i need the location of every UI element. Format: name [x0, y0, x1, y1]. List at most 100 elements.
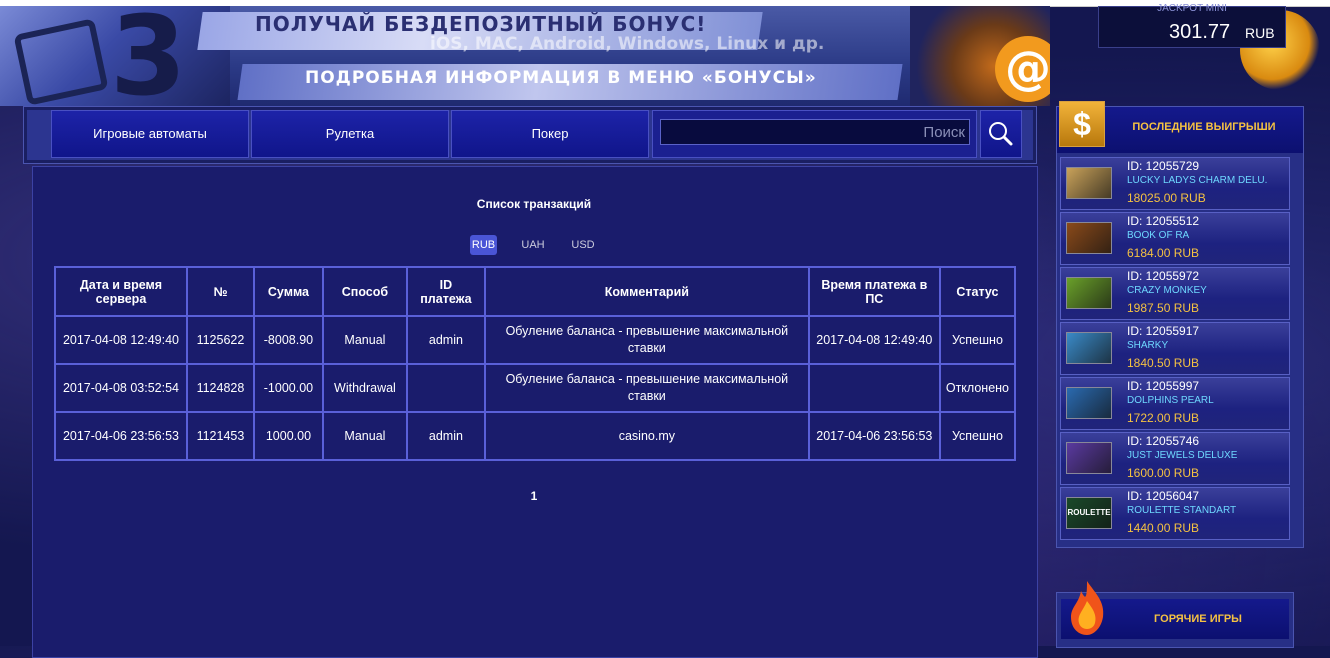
cell-ps-time: 2017-04-06 23:56:53 — [807, 411, 941, 461]
cell-amount: -1000.00 — [252, 363, 324, 413]
cell-datetime: 2017-04-06 23:56:53 — [54, 411, 188, 461]
hot-games-panel: ГОРЯЧИЕ ИГРЫ — [1056, 581, 1294, 648]
banner-info: ПОДРОБНАЯ ИНФОРМАЦИЯ В МЕНЮ «БОНУСЫ» — [305, 68, 817, 88]
win-amount: 1440.00 RUB — [1127, 521, 1200, 535]
cell-payment-id: admin — [405, 411, 486, 461]
win-amount: 6184.00 RUB — [1127, 246, 1200, 260]
last-win-item[interactable]: ID: 12055746 JUST JEWELS DELUXE 1600.00 RU… — [1060, 432, 1290, 485]
banner-platforms: iOS, MAC, Android, Windows, Linux и др. — [430, 34, 825, 54]
banner-headline: ПОЛУЧАЙ БЕЗДЕПОЗИТНЫЙ БОНУС! — [255, 12, 707, 36]
pagination-page-1[interactable]: 1 — [33, 489, 1035, 503]
cell-datetime: 2017-04-08 12:49:40 — [54, 315, 188, 365]
last-win-item[interactable]: ROULETTE ID: 12056047 ROULETTE STANDART 144… — [1060, 487, 1290, 540]
devices-art — [0, 6, 230, 106]
col-status: Статус — [938, 266, 1017, 317]
col-server-datetime: Дата и время сервера — [54, 266, 188, 317]
hot-games-title: ГОРЯЧИЕ ИГРЫ — [1154, 613, 1242, 625]
search-box — [652, 110, 977, 158]
win-id: ID: 12055729 — [1127, 159, 1200, 173]
win-amount: 1722.00 RUB — [1127, 411, 1200, 425]
promo-banner[interactable]: ПОЛУЧАЙ БЕЗДЕПОЗИТНЫЙ БОНУС! iOS, MAC, A… — [0, 6, 1050, 106]
win-game-name[interactable]: DOLPHINS PEARL — [1127, 395, 1214, 406]
nav-roulette[interactable]: Рулетка — [251, 110, 449, 158]
main-nav: Игровые автоматы Рулетка Покер — [23, 106, 1037, 164]
cell-amount: 1000.00 — [252, 411, 324, 461]
table-header-row: Дата и время сервера № Сумма Способ ID п… — [54, 266, 1017, 317]
cell-ps-time — [807, 363, 941, 413]
cell-status: Успешно — [938, 315, 1017, 365]
col-number: № — [185, 266, 255, 317]
game-thumbnail[interactable] — [1066, 387, 1112, 419]
fire-icon — [1071, 581, 1104, 635]
win-id: ID: 12055972 — [1127, 269, 1200, 283]
win-amount: 1600.00 RUB — [1127, 466, 1200, 480]
win-game-name[interactable]: JUST JEWELS DELUXE — [1127, 450, 1237, 461]
nav-poker[interactable]: Покер — [451, 110, 649, 158]
win-game-name[interactable]: ROULETTE STANDART — [1127, 505, 1236, 516]
cell-number: 1121453 — [185, 411, 255, 461]
last-win-item[interactable]: ID: 12055972 CRAZY MONKEY 1987.50 RUB — [1060, 267, 1290, 320]
cell-number: 1125622 — [185, 315, 255, 365]
last-wins-title: ПОСЛЕДНИЕ ВЫИГРЫШИ — [1132, 121, 1276, 133]
win-game-name[interactable]: BOOK OF RA — [1127, 230, 1189, 241]
dollar-icon: $ — [1059, 101, 1105, 147]
cell-payment-id — [405, 363, 486, 413]
last-win-item[interactable]: ID: 12055997 DOLPHINS PEARL 1722.00 RUB — [1060, 377, 1290, 430]
game-thumbnail[interactable] — [1066, 442, 1112, 474]
game-thumbnail-text: ROULETTE — [1067, 508, 1111, 517]
win-id: ID: 12055917 — [1127, 324, 1200, 338]
col-ps-time: Время платежа в ПС — [807, 266, 941, 317]
cell-status: Успешно — [938, 411, 1017, 461]
last-win-item[interactable]: ID: 12055917 SHARKY 1840.50 RUB — [1060, 322, 1290, 375]
last-win-item[interactable]: ID: 12055729 LUCKY LADYS CHARM DELU. 18025… — [1060, 157, 1290, 210]
cell-number: 1124828 — [185, 363, 255, 413]
game-thumbnail[interactable]: ROULETTE — [1066, 497, 1112, 529]
cell-amount: -8008.90 — [252, 315, 324, 365]
col-comment: Комментарий — [483, 266, 810, 317]
win-game-name[interactable]: SHARKY — [1127, 340, 1168, 351]
col-payment-id: ID платежа — [405, 266, 486, 317]
search-icon — [989, 122, 1013, 146]
cell-comment: casino.my — [483, 411, 810, 461]
game-thumbnail[interactable] — [1066, 277, 1112, 309]
col-method: Способ — [321, 266, 408, 317]
cell-comment: Обуление баланса - превышение максимальн… — [483, 315, 810, 365]
table-row: 2017-04-08 03:52:54 1124828 -1000.00 Wit… — [54, 363, 1017, 413]
win-id: ID: 12055997 — [1127, 379, 1200, 393]
currency-tab-uah[interactable]: UAH — [519, 235, 547, 255]
cell-ps-time: 2017-04-08 12:49:40 — [807, 315, 941, 365]
table-row: 2017-04-08 12:49:40 1125622 -8008.90 Man… — [54, 315, 1017, 365]
hot-games-header[interactable]: ГОРЯЧИЕ ИГРЫ — [1061, 581, 1289, 639]
page-title: Список транзакций — [476, 197, 592, 211]
game-thumbnail[interactable] — [1066, 332, 1112, 364]
nav-slots[interactable]: Игровые автоматы — [51, 110, 249, 158]
win-amount: 1987.50 RUB — [1127, 301, 1200, 315]
cell-status: Отклонено — [938, 363, 1017, 413]
table-row: 2017-04-06 23:56:53 1121453 1000.00 Manu… — [54, 411, 1017, 461]
game-thumbnail[interactable] — [1066, 222, 1112, 254]
cell-datetime: 2017-04-08 03:52:54 — [54, 363, 188, 413]
jackpot-label: JACKPOT MINI — [1157, 3, 1227, 14]
search-input[interactable] — [660, 119, 970, 145]
last-wins-panel: $ ПОСЛЕДНИЕ ВЫИГРЫШИ ID: 12055729 LUCKY L… — [1056, 101, 1304, 548]
win-amount: 18025.00 RUB — [1127, 191, 1206, 205]
last-win-item[interactable]: ID: 12055512 BOOK OF RA 6184.00 RUB — [1060, 212, 1290, 265]
currency-tab-rub[interactable]: RUB — [470, 235, 497, 255]
jackpot-currency: RUB — [1245, 25, 1275, 41]
win-game-name[interactable]: LUCKY LADYS CHARM DELU. — [1127, 175, 1267, 186]
cell-method: Withdrawal — [321, 363, 408, 413]
last-wins-header: $ ПОСЛЕДНИЕ ВЫИГРЫШИ — [1057, 101, 1303, 153]
cell-comment: Обуление баланса - превышение максимальн… — [483, 363, 810, 413]
cell-method: Manual — [321, 315, 408, 365]
search-button[interactable] — [980, 110, 1022, 158]
win-id: ID: 12055512 — [1127, 214, 1200, 228]
win-game-name[interactable]: CRAZY MONKEY — [1127, 285, 1207, 296]
cell-payment-id: admin — [405, 315, 486, 365]
win-id: ID: 12055746 — [1127, 434, 1200, 448]
win-amount: 1840.50 RUB — [1127, 356, 1200, 370]
transactions-panel: Список транзакций RUB UAH USD Дата и вре… — [32, 166, 1038, 658]
cell-method: Manual — [321, 411, 408, 461]
game-thumbnail[interactable] — [1066, 167, 1112, 199]
currency-tab-usd[interactable]: USD — [569, 235, 597, 255]
jackpot-value: 301.77 — [1169, 21, 1231, 43]
